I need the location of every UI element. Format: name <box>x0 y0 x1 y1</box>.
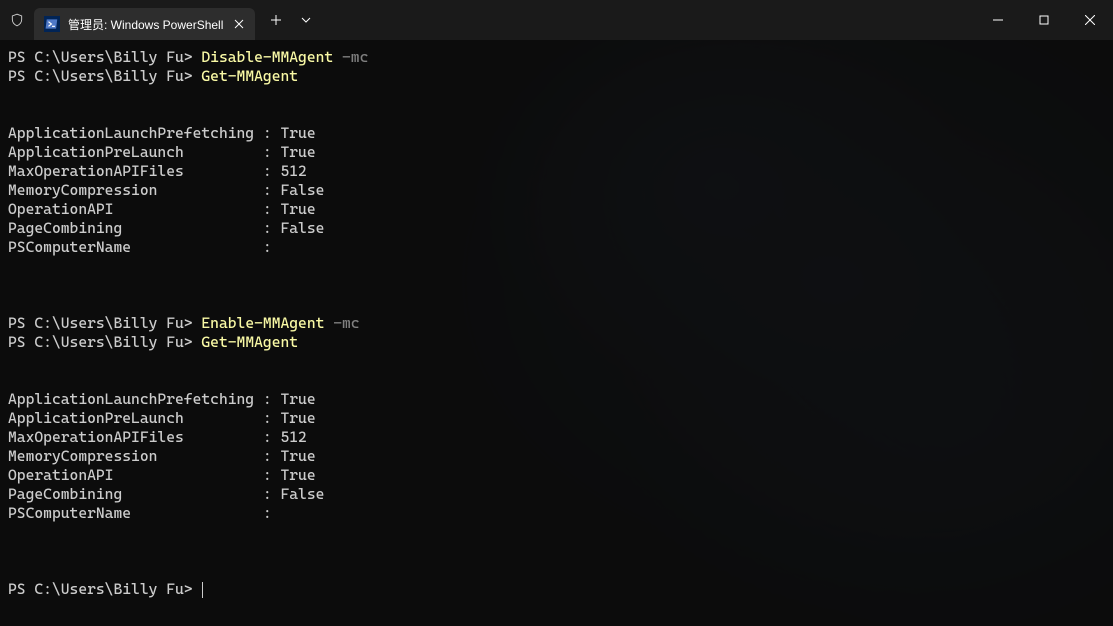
prompt: PS C:\Users\Billy Fu> <box>8 48 193 66</box>
new-tab-button[interactable] <box>261 5 291 35</box>
command: Enable-MMAgent <box>201 314 324 332</box>
blank-line <box>8 276 1105 295</box>
blank-line <box>8 371 1105 390</box>
blank-line <box>8 86 1105 105</box>
blank-line <box>8 352 1105 371</box>
minimize-button[interactable] <box>975 0 1021 40</box>
prompt: PS C:\Users\Billy Fu> <box>8 333 193 351</box>
output-key: MemoryCompression <box>8 447 263 465</box>
titlebar: 管理员: Windows PowerShell <box>0 0 1113 40</box>
blank-line <box>8 523 1105 542</box>
admin-shield-icon <box>0 13 34 27</box>
output-value: True <box>280 124 315 142</box>
output-row: PSComputerName : <box>8 238 1105 257</box>
command-line: PS C:\Users\Billy Fu> Disable-MMAgent -m… <box>8 48 1105 67</box>
output-key: ApplicationPreLaunch <box>8 409 263 427</box>
command-line: PS C:\Users\Billy Fu> Enable-MMAgent -mc <box>8 314 1105 333</box>
output-key: MaxOperationAPIFiles <box>8 428 263 446</box>
close-button[interactable] <box>1067 0 1113 40</box>
output-row: PageCombining : False <box>8 485 1105 504</box>
blank-line <box>8 561 1105 580</box>
output-value: 512 <box>280 428 306 446</box>
argument: -mc <box>342 48 368 66</box>
output-value: True <box>280 409 315 427</box>
output-key: PSComputerName <box>8 504 263 522</box>
blank-line <box>8 542 1105 561</box>
output-row: OperationAPI : True <box>8 466 1105 485</box>
output-row: OperationAPI : True <box>8 200 1105 219</box>
tab-title: 管理员: Windows PowerShell <box>68 16 223 33</box>
output-key: ApplicationLaunchPrefetching <box>8 124 263 142</box>
output-value: True <box>280 200 315 218</box>
tab-dropdown-button[interactable] <box>291 5 321 35</box>
output-row: PageCombining : False <box>8 219 1105 238</box>
output-key: ApplicationPreLaunch <box>8 143 263 161</box>
output-row: ApplicationPreLaunch : True <box>8 143 1105 162</box>
maximize-button[interactable] <box>1021 0 1067 40</box>
prompt-line: PS C:\Users\Billy Fu> <box>8 580 1105 599</box>
command: Get-MMAgent <box>201 67 298 85</box>
output-value: 512 <box>280 162 306 180</box>
output-key: ApplicationLaunchPrefetching <box>8 390 263 408</box>
cursor <box>202 582 203 598</box>
output-key: MemoryCompression <box>8 181 263 199</box>
output-key: PageCombining <box>8 219 263 237</box>
tab-powershell[interactable]: 管理员: Windows PowerShell <box>34 8 255 40</box>
output-block: ApplicationLaunchPrefetching : TrueAppli… <box>8 124 1105 257</box>
prompt: PS C:\Users\Billy Fu> <box>8 67 193 85</box>
output-value: False <box>280 485 324 503</box>
output-value: True <box>280 390 315 408</box>
blank-line <box>8 257 1105 276</box>
output-row: MaxOperationAPIFiles : 512 <box>8 428 1105 447</box>
prompt: PS C:\Users\Billy Fu> <box>8 314 193 332</box>
output-row: MemoryCompression : False <box>8 181 1105 200</box>
output-value: False <box>280 181 324 199</box>
output-block: ApplicationLaunchPrefetching : TrueAppli… <box>8 390 1105 523</box>
output-value: True <box>280 143 315 161</box>
command-line: PS C:\Users\Billy Fu> Get-MMAgent <box>8 67 1105 86</box>
output-key: OperationAPI <box>8 466 263 484</box>
output-key: MaxOperationAPIFiles <box>8 162 263 180</box>
prompt: PS C:\Users\Billy Fu> <box>8 580 193 598</box>
argument: -mc <box>333 314 359 332</box>
output-value: True <box>280 466 315 484</box>
command: Disable-MMAgent <box>201 48 333 66</box>
tab-actions <box>261 5 321 35</box>
output-key: PSComputerName <box>8 238 263 256</box>
output-row: ApplicationLaunchPrefetching : True <box>8 390 1105 409</box>
output-row: PSComputerName : <box>8 504 1105 523</box>
window-controls <box>975 0 1113 40</box>
powershell-icon <box>44 16 60 32</box>
output-key: PageCombining <box>8 485 263 503</box>
output-key: OperationAPI <box>8 200 263 218</box>
output-row: ApplicationLaunchPrefetching : True <box>8 124 1105 143</box>
tab-close-button[interactable] <box>231 16 247 32</box>
output-value: True <box>280 447 315 465</box>
output-value: False <box>280 219 324 237</box>
command: Get-MMAgent <box>201 333 298 351</box>
terminal-content[interactable]: PS C:\Users\Billy Fu> Disable-MMAgent -m… <box>0 40 1113 607</box>
blank-line <box>8 105 1105 124</box>
command-line: PS C:\Users\Billy Fu> Get-MMAgent <box>8 333 1105 352</box>
blank-line <box>8 295 1105 314</box>
output-row: MaxOperationAPIFiles : 512 <box>8 162 1105 181</box>
output-row: ApplicationPreLaunch : True <box>8 409 1105 428</box>
output-row: MemoryCompression : True <box>8 447 1105 466</box>
